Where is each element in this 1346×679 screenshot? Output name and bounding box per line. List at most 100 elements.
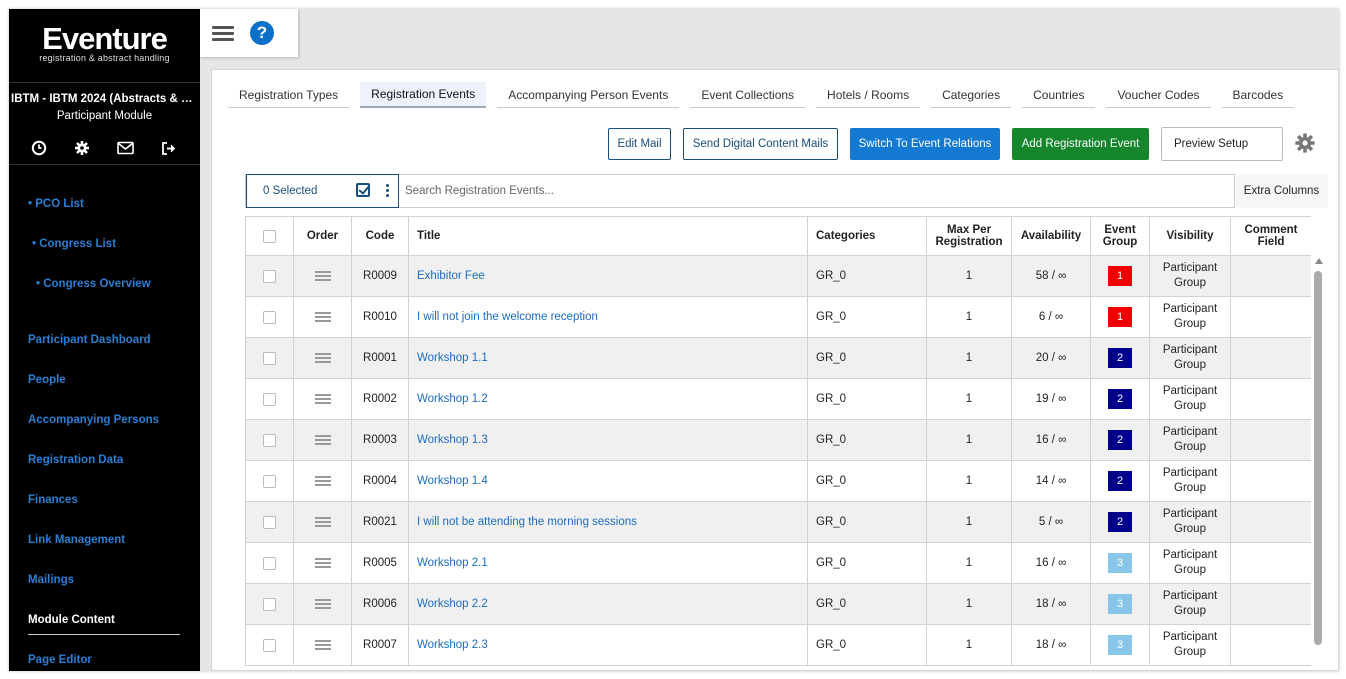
table-row[interactable]: R0006 Workshop 2.2 GR_0 1 18 / ∞ 3 Participant… [245, 583, 1311, 625]
nav-participant-dashboard[interactable]: Participant Dashboard [28, 334, 151, 346]
settings-gear-icon[interactable] [1294, 132, 1316, 160]
nav-accompanying-persons[interactable]: Accompanying Persons [28, 414, 159, 426]
nav-finances[interactable]: Finances [28, 494, 78, 506]
hamburger-menu-icon[interactable] [200, 9, 246, 57]
table-row[interactable]: R0021 I will not be attending the morning… [245, 501, 1311, 543]
logo[interactable]: Eventure registration & abstract handlin… [9, 23, 200, 64]
row-select-cell[interactable] [245, 542, 294, 584]
row-checkbox[interactable] [263, 515, 276, 529]
row-title-link[interactable]: Workshop 1.3 [417, 434, 488, 446]
table-row[interactable]: R0001 Workshop 1.1 GR_0 1 20 / ∞ 2 Participant… [245, 337, 1311, 379]
row-select-cell[interactable] [245, 419, 294, 461]
row-select-cell[interactable] [245, 296, 294, 338]
header-categories[interactable]: Categories [807, 216, 927, 256]
row-select-cell[interactable] [245, 624, 294, 666]
header-title[interactable]: Title [408, 216, 808, 256]
row-order-cell[interactable] [293, 542, 352, 584]
row-order-cell[interactable] [293, 296, 352, 338]
header-comment-field[interactable]: Comment Field [1230, 216, 1311, 256]
tab-event-collections[interactable]: Event Collections [690, 82, 806, 108]
mail-icon[interactable] [116, 139, 136, 157]
drag-handle-icon[interactable] [314, 515, 331, 529]
nav-mailings[interactable]: Mailings [28, 574, 74, 586]
row-order-cell[interactable] [293, 337, 352, 379]
row-checkbox[interactable] [263, 433, 276, 447]
table-row[interactable]: R0010 I will not join the welcome recepti… [245, 296, 1311, 338]
row-checkbox[interactable] [263, 597, 276, 611]
row-checkbox[interactable] [263, 269, 276, 283]
row-select-cell[interactable] [245, 501, 294, 543]
drag-handle-icon[interactable] [314, 638, 331, 652]
row-select-cell[interactable] [245, 460, 294, 502]
nav-congress-list[interactable]: • Congress List [32, 238, 116, 250]
header-visibility[interactable]: Visibility [1149, 216, 1231, 256]
selection-control[interactable]: 0 Selected [246, 174, 399, 208]
row-order-cell[interactable] [293, 624, 352, 666]
row-title-link[interactable]: Workshop 1.4 [417, 475, 488, 487]
nav-module-content[interactable]: Module Content [28, 614, 115, 626]
drag-handle-icon[interactable] [314, 351, 331, 365]
row-title-link[interactable]: Workshop 2.2 [417, 598, 488, 610]
nav-people[interactable]: People [28, 374, 66, 386]
row-order-cell[interactable] [293, 419, 352, 461]
row-select-cell[interactable] [245, 378, 294, 420]
tab-accompanying-person-events[interactable]: Accompanying Person Events [497, 82, 680, 108]
drag-handle-icon[interactable] [314, 392, 331, 406]
row-title-link[interactable]: Workshop 1.2 [417, 393, 488, 405]
table-row[interactable]: R0003 Workshop 1.3 GR_0 1 16 / ∞ 2 Participant… [245, 419, 1311, 461]
search-input[interactable] [403, 179, 1223, 203]
tab-countries[interactable]: Countries [1022, 82, 1096, 108]
row-order-cell[interactable] [293, 501, 352, 543]
header-event-group[interactable]: Event Group [1090, 216, 1150, 256]
row-checkbox[interactable] [263, 638, 276, 652]
drag-handle-icon[interactable] [314, 433, 331, 447]
table-row[interactable]: R0004 Workshop 1.4 GR_0 1 14 / ∞ 2 Participant… [245, 460, 1311, 502]
row-select-cell[interactable] [245, 255, 294, 297]
row-checkbox[interactable] [263, 556, 276, 570]
row-title-link[interactable]: Workshop 2.3 [417, 639, 488, 651]
extra-columns-button[interactable]: Extra Columns [1234, 174, 1328, 208]
header-select-all[interactable] [245, 216, 294, 256]
header-max-per-registration[interactable]: Max Per Registration [926, 216, 1012, 256]
drag-handle-icon[interactable] [314, 556, 331, 570]
row-order-cell[interactable] [293, 378, 352, 420]
table-row[interactable]: R0007 Workshop 2.3 GR_0 1 18 / ∞ 3 Participant… [245, 624, 1311, 666]
preview-setup-select[interactable]: Preview Setup [1161, 127, 1283, 161]
drag-handle-icon[interactable] [314, 269, 331, 283]
nav-link-management[interactable]: Link Management [28, 534, 125, 546]
tab-registration-types[interactable]: Registration Types [228, 82, 350, 108]
header-availability[interactable]: Availability [1011, 216, 1091, 256]
tab-registration-events[interactable]: Registration Events [360, 82, 487, 108]
switch-to-event-relations-button[interactable]: Switch To Event Relations [850, 128, 1000, 160]
header-code[interactable]: Code [351, 216, 409, 256]
nav-page-editor[interactable]: Page Editor [28, 654, 92, 666]
more-options-icon[interactable] [386, 184, 390, 199]
header-order[interactable]: Order [293, 216, 352, 256]
tab-barcodes[interactable]: Barcodes [1221, 82, 1295, 108]
table-row[interactable]: R0009 Exhibitor Fee GR_0 1 58 / ∞ 1 Participan… [245, 255, 1311, 297]
row-title-link[interactable]: Exhibitor Fee [417, 270, 485, 282]
drag-handle-icon[interactable] [314, 474, 331, 488]
row-order-cell[interactable] [293, 460, 352, 502]
table-row[interactable]: R0002 Workshop 1.2 GR_0 1 19 / ∞ 2 Participant… [245, 378, 1311, 420]
add-registration-event-button[interactable]: Add Registration Event [1012, 128, 1149, 160]
row-title-link[interactable]: I will not join the welcome reception [417, 311, 598, 323]
row-checkbox[interactable] [263, 392, 276, 406]
nav-registration-data[interactable]: Registration Data [28, 454, 123, 466]
logout-icon[interactable] [159, 139, 179, 157]
row-select-cell[interactable] [245, 583, 294, 625]
edit-mail-button[interactable]: Edit Mail [608, 128, 671, 160]
row-checkbox[interactable] [263, 474, 276, 488]
clock-icon[interactable] [29, 139, 49, 157]
row-title-link[interactable]: Workshop 2.1 [417, 557, 488, 569]
row-title-link[interactable]: Workshop 1.1 [417, 352, 488, 364]
header-checkbox[interactable] [263, 229, 276, 243]
nav-pco-list[interactable]: • PCO List [28, 198, 84, 210]
row-order-cell[interactable] [293, 255, 352, 297]
drag-handle-icon[interactable] [314, 310, 331, 324]
scrollbar-thumb[interactable] [1314, 271, 1322, 645]
row-checkbox[interactable] [263, 310, 276, 324]
drag-handle-icon[interactable] [314, 597, 331, 611]
row-order-cell[interactable] [293, 583, 352, 625]
gear-icon[interactable] [72, 139, 92, 157]
